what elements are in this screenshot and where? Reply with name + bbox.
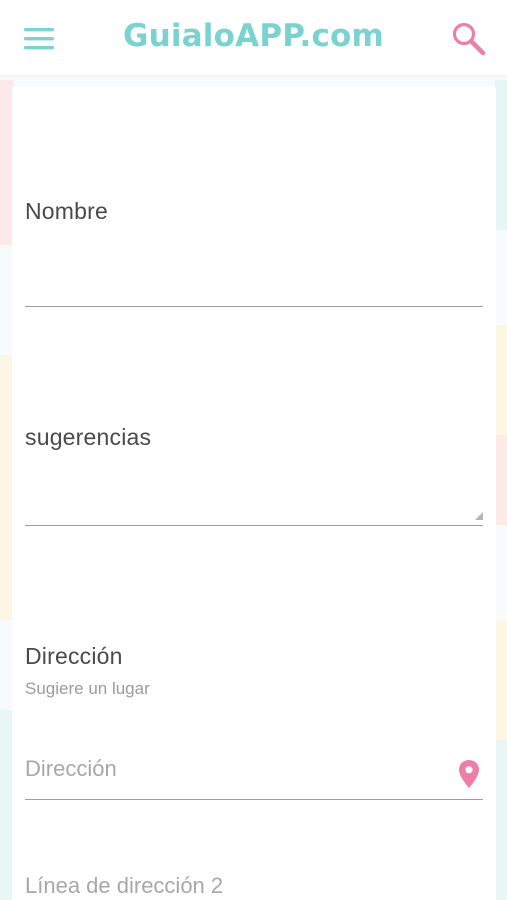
app-header: GuialoAPP.com	[0, 0, 507, 76]
sugerencias-label: sugerencias	[25, 424, 152, 450]
nombre-underline	[25, 306, 483, 307]
direccion-underline	[25, 799, 483, 800]
app-title: GuialoAPP.com	[122, 18, 385, 54]
background-stripe	[495, 325, 507, 435]
nombre-input[interactable]	[25, 262, 483, 302]
background-stripe	[495, 620, 507, 740]
form-card: Nombre sugerencias Dirección Sugiere un …	[12, 87, 496, 900]
sugerencias-textarea[interactable]	[25, 473, 483, 521]
background-stripe	[495, 435, 507, 525]
direccion-linea-2-input[interactable]	[25, 866, 483, 900]
direccion-label: Dirección	[25, 643, 123, 669]
direccion-input[interactable]	[25, 749, 483, 789]
direccion-hint: Sugiere un lugar	[25, 679, 150, 698]
page: GuialoAPP.com Nombre sugerencias Direcci…	[0, 0, 507, 900]
search-button[interactable]	[450, 20, 488, 58]
background-stripe	[495, 80, 507, 230]
sugerencias-underline	[25, 525, 483, 526]
nombre-label: Nombre	[25, 198, 109, 224]
resize-grip-icon[interactable]	[475, 512, 483, 520]
location-pin-icon[interactable]	[458, 759, 480, 789]
background-stripe	[495, 740, 507, 900]
search-icon	[452, 22, 486, 56]
